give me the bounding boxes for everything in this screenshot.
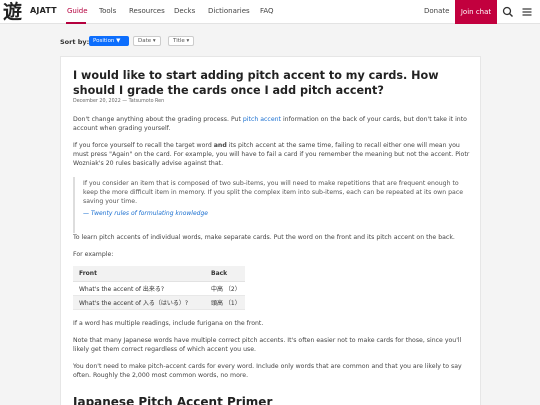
section-heading: Japanese Pitch Accent Primer [73, 395, 273, 405]
table-cell: 中高 （2） [205, 281, 245, 296]
sort-position-button[interactable]: Position ▼ [89, 36, 129, 46]
top-navbar: 遊 AJATT Guide Tools Resources Decks Dict… [0, 0, 540, 24]
sort-title-button[interactable]: Title ▾ [168, 36, 195, 46]
search-icon[interactable] [501, 5, 515, 19]
table-header-row: Front Back [73, 266, 245, 282]
article-card: I would like to start adding pitch accen… [60, 56, 481, 405]
nav-active-indicator [66, 22, 86, 24]
paragraph-1: Don't change anything about the grading … [73, 115, 473, 133]
table-row: What's the accent of 出来る? 中高 （2） [73, 281, 245, 296]
paragraph-4: For example: [73, 251, 114, 258]
join-chat-button[interactable]: Join chat [455, 0, 497, 24]
site-name[interactable]: AJATT [30, 6, 57, 15]
menu-icon[interactable] [520, 5, 534, 19]
table-row: What's the accent of 入る（はいる）? 頭高 （1） [73, 295, 245, 310]
sort-date-button[interactable]: Date ▾ [133, 36, 161, 46]
paragraph-5: If a word has multiple readings, include… [73, 320, 264, 327]
nav-dictionaries[interactable]: Dictionaries [208, 7, 250, 15]
bold-text: and [213, 142, 227, 149]
table-cell: 頭高 （1） [205, 295, 245, 310]
quote-text: If you consider an item that is composed… [83, 180, 464, 205]
nav-tools[interactable]: Tools [99, 7, 116, 15]
text: Don't change anything about the grading … [73, 116, 243, 123]
article-meta: December 20, 2022 — Tatsumoto Ren [73, 99, 165, 104]
example-table: Front Back What's the accent of 出来る? 中高 … [73, 266, 245, 310]
article-title[interactable]: I would like to start adding pitch accen… [73, 68, 473, 98]
table-header: Back [205, 266, 245, 282]
paragraph-3: To learn pitch accents of individual wor… [73, 234, 455, 241]
blockquote: If you consider an item that is composed… [73, 177, 471, 233]
text: If you force yourself to recall the targ… [73, 142, 214, 149]
pitch-accent-link[interactable]: pitch accent [243, 116, 281, 123]
paragraph-7: You don't need to make pitch-accent card… [73, 363, 462, 379]
table-header: Front [73, 266, 205, 282]
table-cell: What's the accent of 入る（はいる）? [73, 295, 205, 310]
nav-resources[interactable]: Resources [129, 7, 165, 15]
donate-link[interactable]: Donate [424, 7, 449, 15]
nav-guide[interactable]: Guide [67, 7, 88, 15]
nav-faq[interactable]: FAQ [260, 7, 274, 15]
table-cell: What's the accent of 出来る? [73, 281, 205, 296]
site-logo-icon[interactable]: 遊 [3, 1, 22, 23]
paragraph-2: If you force yourself to recall the targ… [73, 141, 473, 168]
paragraph-6: Note that many Japanese words have multi… [73, 337, 462, 353]
quote-citation-link[interactable]: — Twenty rules of formulating knowledge [83, 210, 471, 217]
nav-decks[interactable]: Decks [174, 7, 195, 15]
sort-label: Sort by: [60, 38, 90, 46]
